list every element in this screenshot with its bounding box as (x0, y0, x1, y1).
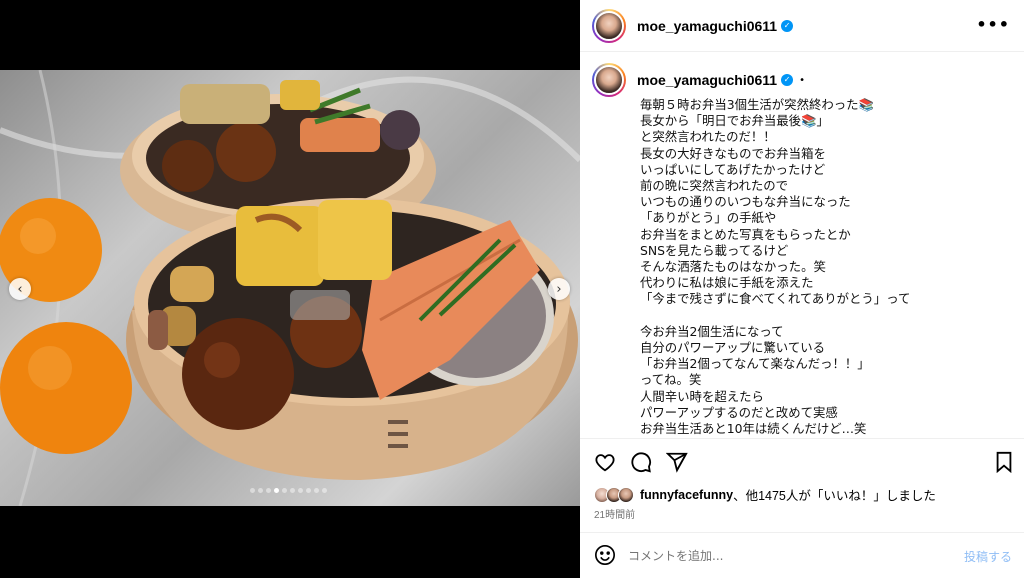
carousel-dot (250, 488, 255, 493)
heart-icon[interactable] (594, 451, 616, 477)
post-comment-button[interactable]: 投稿する (964, 548, 1012, 565)
separator-dot: • (799, 74, 805, 86)
caption-verified-badge-icon: ✓ (781, 74, 794, 86)
carousel-next-button[interactable]: › (548, 278, 570, 300)
likes-user-link[interactable]: funnyfacefunny (640, 488, 733, 502)
bookmark-icon[interactable] (994, 451, 1014, 477)
comment-input[interactable] (628, 545, 948, 567)
caption-avatar[interactable] (592, 63, 626, 97)
carousel-dot (274, 488, 279, 493)
carousel-indicator (250, 488, 327, 493)
chevron-left-icon: ‹ (17, 281, 23, 297)
likes-summary: funnyfacefunny 、他1475人が「いいね！」しました (594, 485, 936, 504)
carousel-dot (258, 488, 263, 493)
carousel-dot (298, 488, 303, 493)
caption-username[interactable]: moe_yamaguchi0611 (637, 72, 777, 88)
post-sidebar: moe_yamaguchi0611 ✓ ••• moe_yamaguchi061… (580, 0, 1024, 578)
action-bar (580, 438, 1024, 484)
liker-avatar (618, 486, 634, 503)
carousel-dot (314, 488, 319, 493)
post-media: ‹ › (0, 0, 580, 578)
avatar[interactable] (592, 8, 626, 43)
carousel-dot (322, 488, 327, 493)
post-timestamp[interactable]: 21時間前 (594, 506, 635, 521)
likes-count-text[interactable]: 、他1475人が「いいね！」しました (733, 485, 936, 504)
carousel-prev-button[interactable]: ‹ (9, 278, 31, 300)
carousel-dot (290, 488, 295, 493)
carousel-dot (306, 488, 311, 493)
share-icon[interactable] (665, 451, 688, 477)
comment-icon[interactable] (630, 451, 652, 477)
verified-badge-icon: ✓ (781, 19, 794, 32)
caption-author: moe_yamaguchi0611 ✓ • (592, 63, 805, 97)
liker-avatars (594, 486, 634, 503)
caption-area: moe_yamaguchi0611 ✓ • 毎朝５時お弁当3個生活が突然終わった… (580, 53, 1024, 437)
comment-bar: 投稿する (580, 532, 1024, 578)
caption-text: 毎朝５時お弁当3個生活が突然終わった📚 長女から「明日でお弁当最後📚」 と突然言… (640, 97, 911, 437)
carousel-dot (266, 488, 271, 493)
emoji-icon[interactable] (594, 544, 616, 570)
carousel-dot (282, 488, 287, 493)
chevron-right-icon: › (556, 281, 562, 297)
username[interactable]: moe_yamaguchi0611 (637, 18, 777, 34)
more-horizontal-icon[interactable]: ••• (976, 15, 1010, 34)
post-header: moe_yamaguchi0611 ✓ ••• (580, 0, 1024, 52)
bento-photo-illustration (0, 70, 580, 506)
post-photo[interactable] (0, 70, 580, 506)
